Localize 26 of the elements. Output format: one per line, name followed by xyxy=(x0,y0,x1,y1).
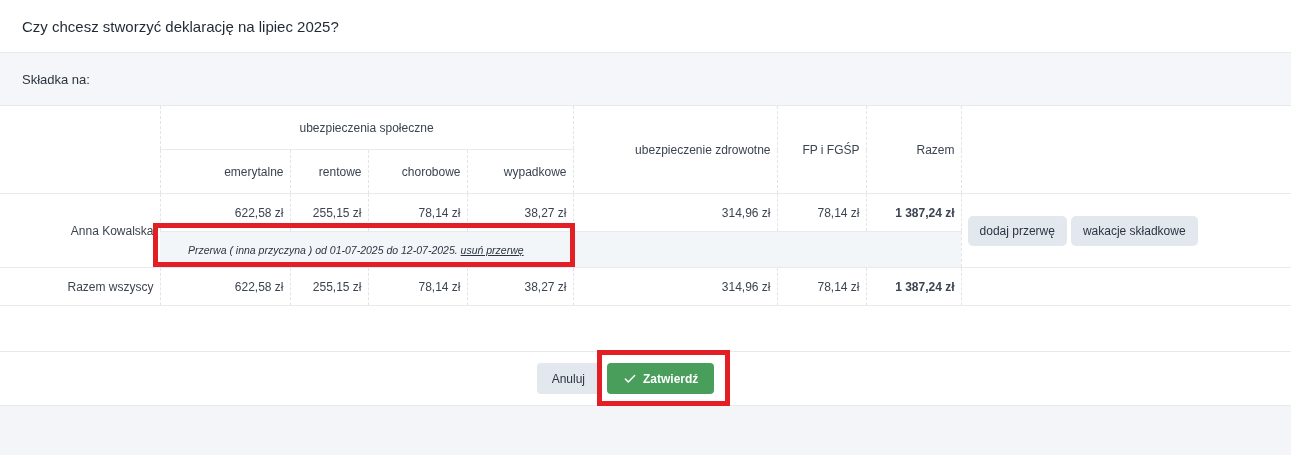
column-header: ubezpieczenia społeczne xyxy=(160,106,574,150)
column-header: emerytalne xyxy=(160,149,290,194)
amount-cell: 1 387,24 zł xyxy=(866,193,962,232)
action-button[interactable]: wakacje składkowe xyxy=(1070,215,1198,246)
remove-break-link[interactable]: usuń przerwę xyxy=(460,243,524,256)
cancel-button[interactable]: Anuluj xyxy=(536,363,600,394)
amount-cell: 38,27 zł xyxy=(467,267,574,306)
amount-cell: 622,58 zł xyxy=(160,267,290,306)
amount-cell: 314,96 zł xyxy=(573,267,778,306)
dialog-title: Czy chcesz stworzyć deklarację na lipiec 2025? xyxy=(22,17,339,35)
column-header: wypadkowe xyxy=(467,149,574,194)
break-note: Przerwa ( inna przyczyna ) od 01-07-2025 do 12-07-2025. usuń przerwę xyxy=(188,243,524,256)
section-label: Składka na: xyxy=(22,71,90,87)
column-header: rentowe xyxy=(290,149,368,194)
amount-cell: 1 387,24 zł xyxy=(866,267,962,306)
amount-cell: 255,15 zł xyxy=(290,267,368,306)
amount-cell: 78,14 zł xyxy=(777,193,867,232)
column-header: FP i FGŚP xyxy=(777,106,867,194)
total-label: Razem wszyscy xyxy=(0,267,160,306)
amount-cell: 78,14 zł xyxy=(777,267,867,306)
amount-cell: 78,14 zł xyxy=(368,267,467,306)
amount-cell: 314,96 zł xyxy=(573,193,778,232)
column-header: ubezpieczenie zdrowotne xyxy=(573,106,778,194)
column-header: chorobowe xyxy=(368,149,467,194)
action-button[interactable]: dodaj przerwę xyxy=(967,215,1067,246)
column-header: Razem xyxy=(866,106,962,194)
